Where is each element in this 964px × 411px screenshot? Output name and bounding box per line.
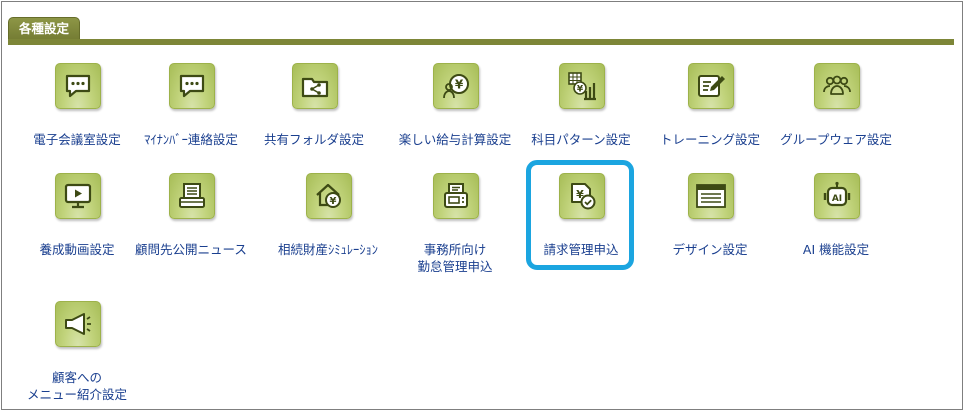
- document-tray-icon: [169, 173, 215, 219]
- yen-people-icon: ¥: [433, 63, 479, 109]
- svg-text:¥: ¥: [455, 78, 464, 92]
- item-label: 顧客への メニュー紹介設定: [26, 370, 127, 402]
- fax-machine-icon: [433, 173, 479, 219]
- svg-text:¥: ¥: [577, 85, 584, 95]
- panel-tab[interactable]: 各種設定: [8, 17, 80, 40]
- item-label: 科目パターン設定: [531, 132, 631, 147]
- chat-bubble-icon: [169, 63, 215, 109]
- pen-note-icon: [688, 63, 734, 109]
- highlight-frame: [526, 160, 634, 270]
- share-folder-icon: [292, 63, 338, 109]
- yen-chart-icon: ¥: [559, 63, 605, 109]
- item-label: AI 機能設定: [802, 242, 870, 257]
- item-label: グループウェア設定: [780, 132, 892, 147]
- item-label: ﾏｲﾅﾝﾊﾞｰ連絡設定: [144, 132, 238, 147]
- window-layout-icon: [688, 173, 734, 219]
- item-label: 相続財産ｼﾐｭﾚｰｼｮﾝ: [277, 242, 378, 257]
- group-icon: [814, 63, 860, 109]
- megaphone-icon: [55, 301, 101, 347]
- chat-bubble-icon: [55, 63, 101, 109]
- item-label: 顧問先公開ニュース: [135, 242, 247, 257]
- item-label: 共有フォルダ設定: [263, 132, 364, 147]
- video-play-icon: [55, 173, 101, 219]
- item-label: 事務所向け 勤怠管理申込: [417, 242, 493, 274]
- item-label: デザイン設定: [672, 242, 748, 257]
- svg-text:¥: ¥: [330, 196, 337, 207]
- house-yen-icon: ¥: [306, 173, 352, 219]
- svg-text:AI: AI: [832, 194, 842, 204]
- panel-header-bar: [8, 39, 954, 45]
- item-label: トレーニング設定: [659, 132, 760, 147]
- ai-robot-icon: AI: [814, 173, 860, 219]
- item-label: 養成動画設定: [39, 242, 115, 257]
- item-label: 電子会議室設定: [33, 132, 121, 147]
- item-label: 楽しい給与計算設定: [398, 132, 512, 147]
